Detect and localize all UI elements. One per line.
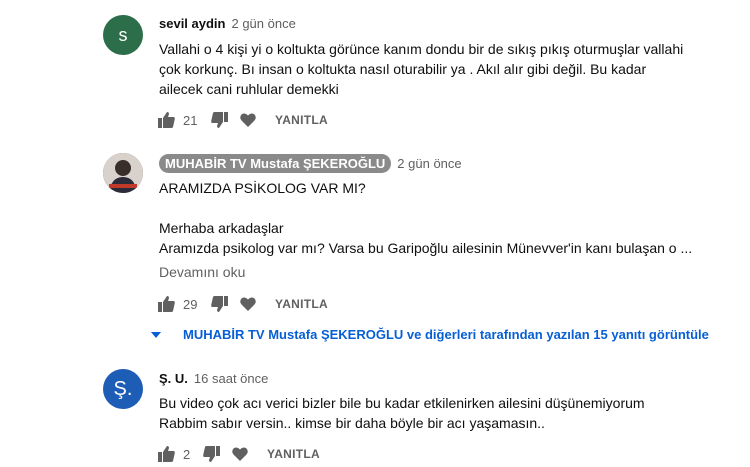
like-icon[interactable] <box>158 296 175 312</box>
comment-actions: 21 YANITLA <box>158 110 328 130</box>
like-icon[interactable] <box>158 112 175 128</box>
dislike-icon[interactable] <box>211 112 228 128</box>
comment-actions: 29 YANITLA <box>158 294 328 314</box>
read-more-link[interactable]: Devamını oku <box>159 264 245 280</box>
comment-line: Aramızda psikolog var mı? Varsa bu Garip… <box>159 240 693 256</box>
comment-text: Bu video çok acı verici bizler bile bu k… <box>159 393 645 433</box>
comment-header: Ş. U. 16 saat önce <box>159 371 268 386</box>
comment-time[interactable]: 16 saat önce <box>194 371 268 386</box>
comment-line: çok korkunç. Bı insan o koltukta nasıl o… <box>159 61 647 77</box>
author-name[interactable]: MUHABİR TV Mustafa ŞEKEROĞLU <box>159 154 392 173</box>
comment-line: Vallahi o 4 kişi yi o koltukta görünce k… <box>159 41 684 57</box>
heart-icon <box>240 297 256 311</box>
reply-button[interactable]: YANITLA <box>267 447 320 461</box>
view-replies-button[interactable]: MUHABİR TV Mustafa ŞEKEROĞLU ve diğerler… <box>151 327 709 342</box>
comment-line: ailecek cani ruhlular demekki <box>159 81 339 97</box>
avatar[interactable] <box>103 153 143 193</box>
avatar-letter: Ş. <box>113 377 133 400</box>
author-name[interactable]: Ş. U. <box>159 371 188 386</box>
comment-time[interactable]: 2 gün önce <box>397 156 461 171</box>
comment-text: Vallahi o 4 kişi yi o koltukta görünce k… <box>159 39 683 99</box>
like-count: 21 <box>183 112 198 128</box>
avatar-letter: s <box>118 24 128 45</box>
comment-time[interactable]: 2 gün önce <box>231 16 295 31</box>
view-replies-label: MUHABİR TV Mustafa ŞEKEROĞLU ve diğerler… <box>183 327 709 342</box>
dislike-icon[interactable] <box>211 296 228 312</box>
avatar[interactable]: Ş. <box>103 369 143 409</box>
comment-line: ARAMIZDA PSİKOLOG VAR MI? <box>159 180 366 196</box>
heart-icon <box>232 447 248 461</box>
like-icon[interactable] <box>158 446 175 462</box>
comment-actions: 2 YANITLA <box>158 444 320 464</box>
comment-line: Rabbim sabır versin.. kimse bir daha böy… <box>159 415 545 431</box>
avatar[interactable]: s <box>103 15 143 55</box>
comment-header: sevil aydin 2 gün önce <box>159 16 296 31</box>
comment-line: Merhaba arkadaşlar <box>159 220 284 236</box>
author-name[interactable]: sevil aydin <box>159 16 225 31</box>
heart-icon <box>240 113 256 127</box>
comment-line: Bu video çok acı verici bizler bile bu k… <box>159 395 645 411</box>
comment-text: ARAMIZDA PSİKOLOG VAR MI? Merhaba arkada… <box>159 178 692 258</box>
reply-button[interactable]: YANITLA <box>275 113 328 127</box>
like-count: 29 <box>183 296 198 312</box>
dislike-icon[interactable] <box>203 446 220 462</box>
like-count: 2 <box>183 446 191 462</box>
caret-down-icon <box>151 331 161 338</box>
profile-photo-icon <box>103 153 143 193</box>
reply-button[interactable]: YANITLA <box>275 297 328 311</box>
comment-blank-line <box>159 198 692 218</box>
comment-header: MUHABİR TV Mustafa ŞEKEROĞLU 2 gün önce <box>159 154 462 173</box>
